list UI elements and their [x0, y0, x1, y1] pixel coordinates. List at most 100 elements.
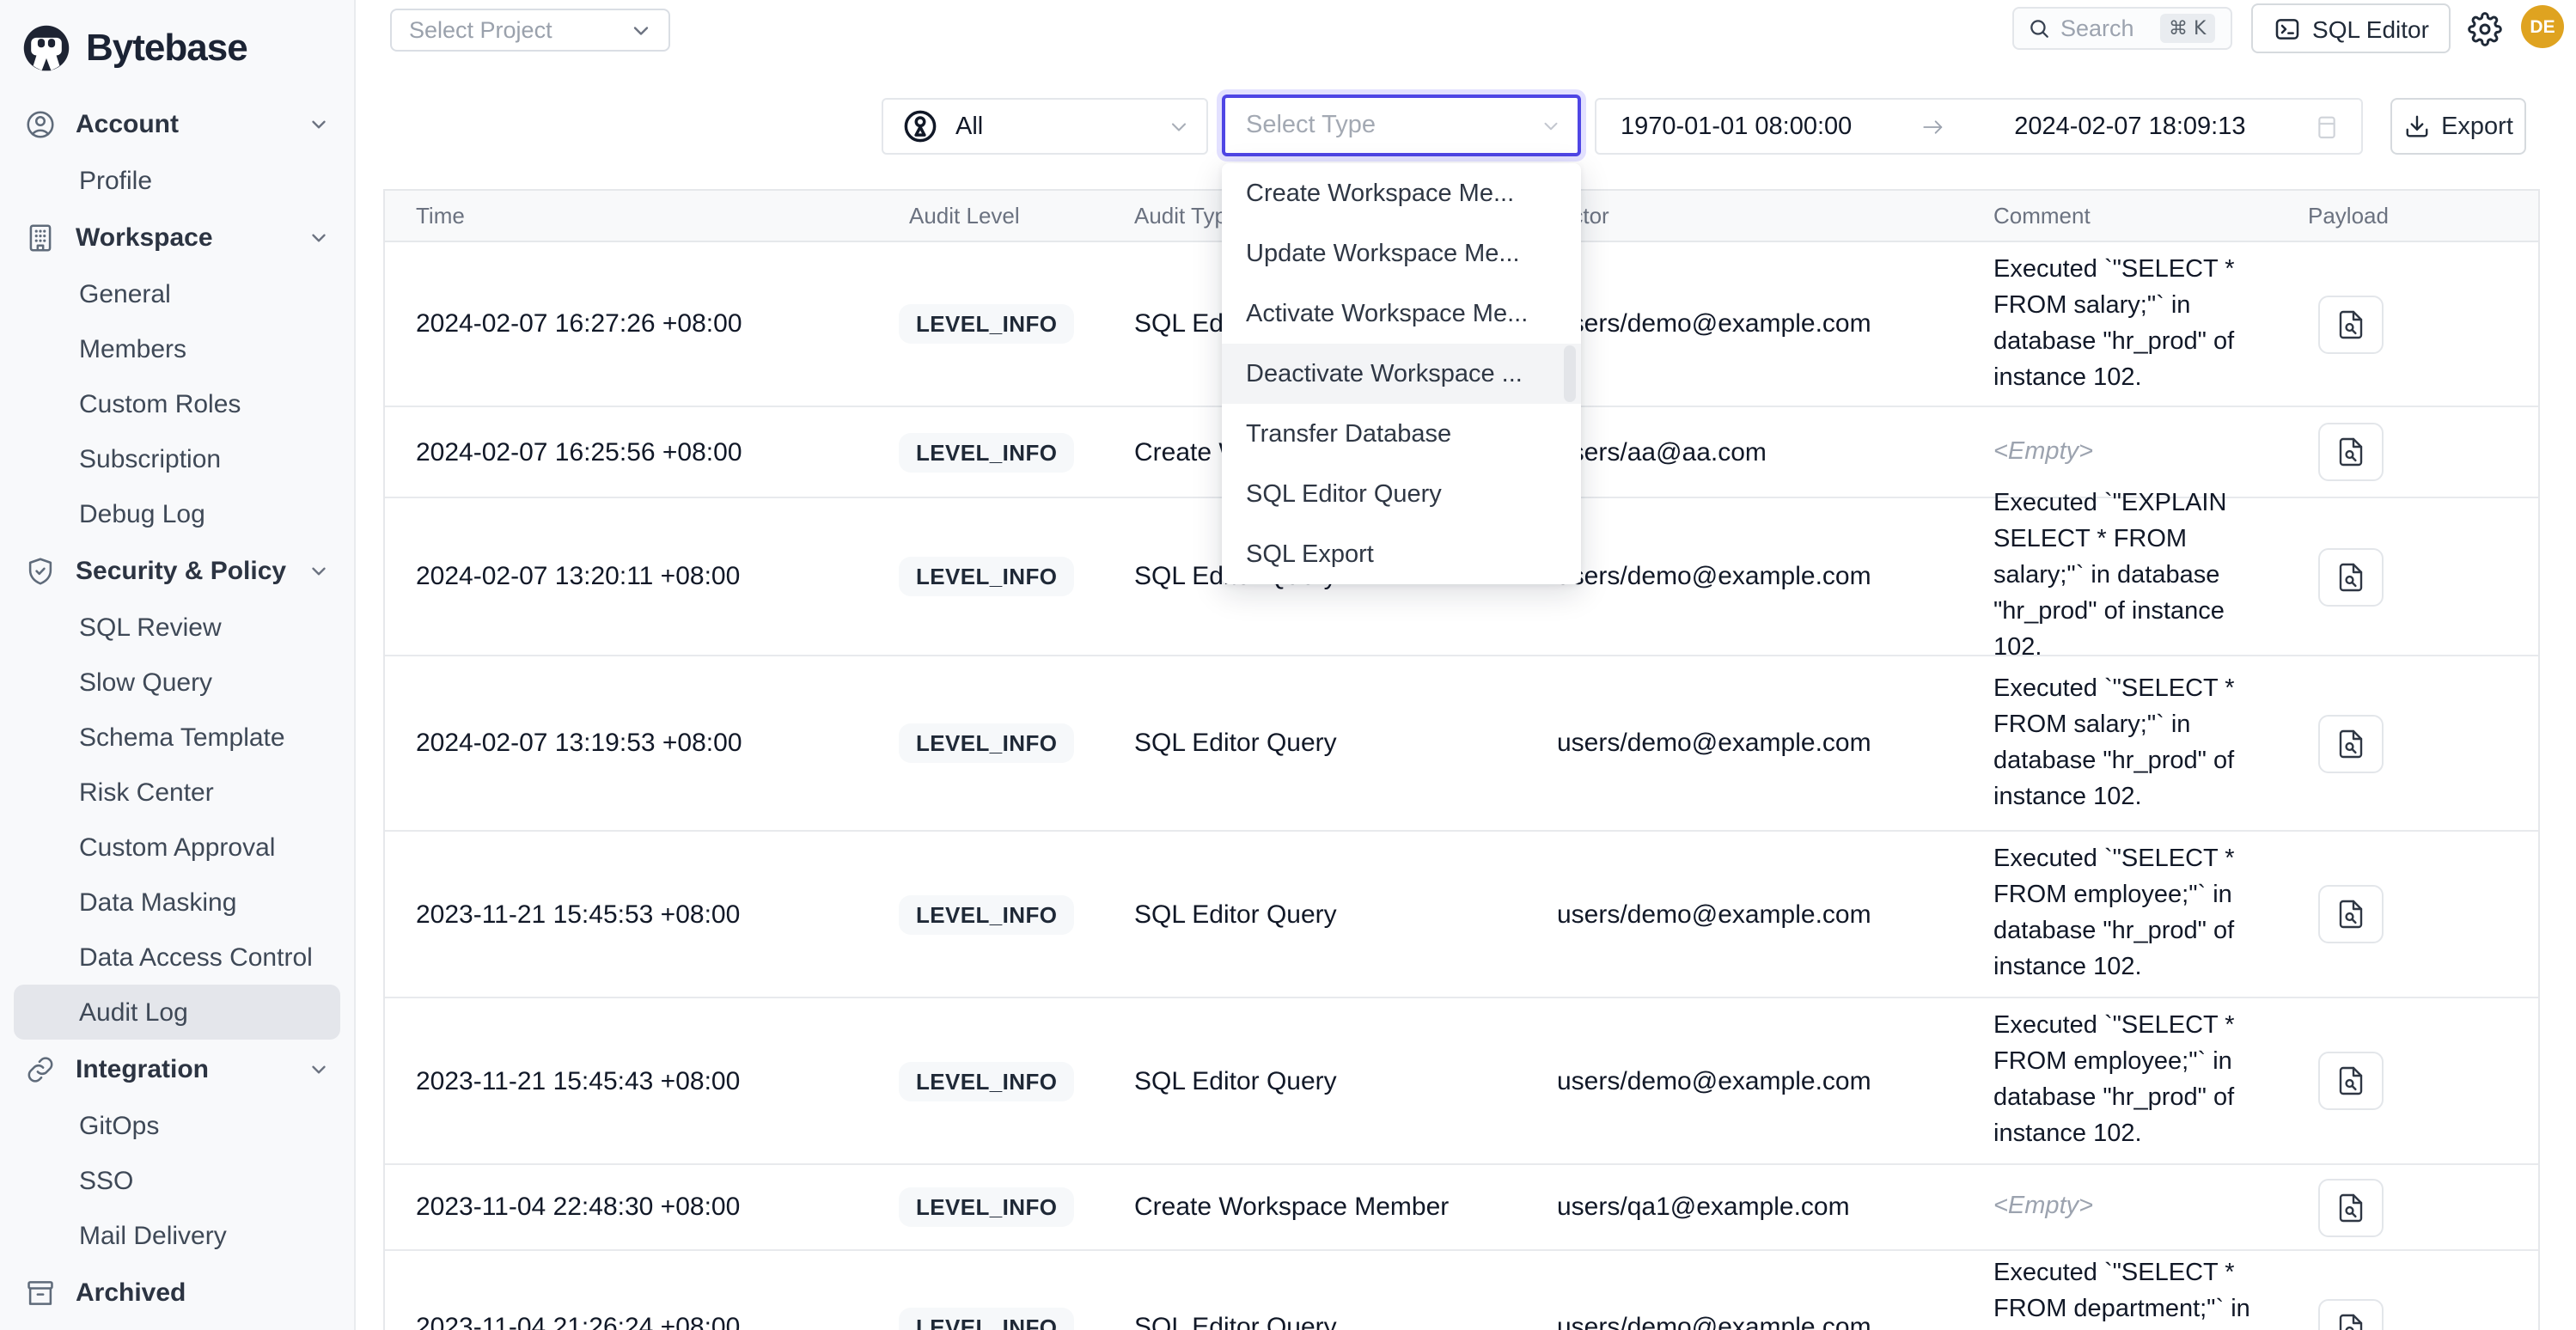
column-header-actor: Actor — [1526, 203, 1963, 229]
sidebar-item-label: Security & Policy — [76, 556, 289, 585]
archive-icon — [24, 1276, 57, 1309]
user-avatar-icon — [902, 108, 938, 144]
search-icon — [2028, 17, 2050, 40]
level-badge: LEVEL_INFO — [899, 432, 1074, 472]
dropdown-item-activate-workspace-member[interactable]: Activate Workspace Me... — [1222, 284, 1581, 344]
actor-cell: users/demo@example.com — [1526, 562, 1963, 591]
time-cell: 2023-11-04 22:48:30 +08:00 — [385, 1193, 878, 1222]
sidebar-item-label: Subscription — [79, 444, 221, 473]
global-search[interactable]: ⌘ K — [2012, 7, 2232, 50]
sidebar-item-subscription[interactable]: Subscription — [14, 431, 340, 486]
sidebar-item-risk-center[interactable]: Risk Center — [14, 765, 340, 820]
date-range-start: 1970-01-01 08:00:00 — [1621, 113, 1852, 140]
sidebar-item-label: Risk Center — [79, 778, 214, 807]
actor-cell: users/demo@example.com — [1526, 900, 1963, 929]
payload-view-button[interactable] — [2318, 423, 2384, 481]
sidebar-item-gitops[interactable]: GitOps — [14, 1098, 340, 1153]
level-badge: LEVEL_INFO — [899, 1187, 1074, 1227]
payload-cell — [2277, 714, 2538, 772]
sidebar-item-security-policy[interactable]: Security & Policy — [0, 541, 354, 600]
comment-cell: <Empty> — [1963, 1189, 2277, 1225]
type-filter-select[interactable]: Select Type — [1222, 95, 1581, 156]
payload-view-button[interactable] — [2318, 1298, 2384, 1330]
payload-view-button[interactable] — [2318, 885, 2384, 943]
time-cell: 2023-11-04 21:26:24 +08:00 — [385, 1313, 878, 1330]
search-input[interactable] — [2060, 15, 2150, 41]
project-select-placeholder: Select Project — [409, 17, 552, 43]
sidebar-item-workspace[interactable]: Workspace — [0, 208, 354, 266]
table-row: 2023-11-04 21:26:24 +08:00 LEVEL_INFO SQ… — [385, 1251, 2538, 1330]
column-header-payload: Payload — [2277, 203, 2538, 229]
settings-gear-icon[interactable] — [2468, 10, 2506, 48]
audit-type-cell: SQL Editor Query — [1103, 900, 1526, 929]
export-button[interactable]: Export — [2390, 98, 2526, 155]
dropdown-item-transfer-database[interactable]: Transfer Database — [1222, 404, 1581, 464]
level-badge: LEVEL_INFO — [899, 723, 1074, 763]
sidebar-item-profile[interactable]: Profile — [14, 153, 340, 208]
payload-cell — [2277, 295, 2538, 353]
actor-cell: users/aa@aa.com — [1526, 437, 1963, 467]
sidebar-item-sso[interactable]: SSO — [14, 1153, 340, 1208]
shield-check-icon — [24, 554, 57, 587]
sidebar-item-members[interactable]: Members — [14, 321, 340, 376]
payload-cell — [2277, 885, 2538, 943]
sql-editor-button[interactable]: SQL Editor — [2251, 3, 2451, 53]
sidebar-item-audit-log[interactable]: Audit Log — [14, 985, 340, 1040]
sidebar-item-label: SSO — [79, 1166, 133, 1195]
project-select[interactable]: Select Project — [390, 9, 670, 52]
sidebar-nav: Account Profile Workspace General Member… — [0, 95, 354, 1321]
sidebar-item-custom-roles[interactable]: Custom Roles — [14, 376, 340, 431]
sql-editor-label: SQL Editor — [2312, 15, 2429, 42]
dropdown-scrollbar-thumb[interactable] — [1564, 345, 1576, 402]
payload-view-button[interactable] — [2318, 714, 2384, 772]
column-header-audit-level: Audit Level — [878, 203, 1103, 229]
sidebar-item-label: General — [79, 279, 171, 308]
actor-cell: users/demo@example.com — [1526, 309, 1963, 339]
sidebar-item-custom-approval[interactable]: Custom Approval — [14, 820, 340, 875]
dropdown-item-create-workspace-member[interactable]: Create Workspace Me... — [1222, 163, 1581, 223]
brand-logo[interactable]: Bytebase — [0, 0, 354, 95]
payload-view-button[interactable] — [2318, 1178, 2384, 1236]
sidebar-item-label: SQL Review — [79, 613, 222, 642]
sidebar-item-data-access-control[interactable]: Data Access Control — [14, 930, 340, 985]
comment-cell: <Empty> — [1963, 434, 2277, 470]
date-range-end: 2024-02-07 18:09:13 — [2014, 113, 2245, 140]
payload-view-button[interactable] — [2318, 547, 2384, 606]
user-avatar[interactable]: DE — [2521, 5, 2564, 48]
actor-filter-select[interactable]: All — [882, 98, 1208, 155]
actor-cell: users/demo@example.com — [1526, 1066, 1963, 1095]
sidebar-item-account[interactable]: Account — [0, 95, 354, 153]
date-range-picker[interactable]: 1970-01-01 08:00:00 2024-02-07 18:09:13 — [1595, 98, 2363, 155]
terminal-icon — [2273, 15, 2300, 42]
dropdown-item-update-workspace-member[interactable]: Update Workspace Me... — [1222, 223, 1581, 284]
sidebar-item-general[interactable]: General — [14, 266, 340, 321]
sidebar-item-archived[interactable]: Archived — [0, 1263, 354, 1321]
comment-cell: Executed `"SELECT * FROM salary;"` in da… — [1963, 252, 2277, 396]
audit-level-cell: LEVEL_INFO — [878, 1308, 1103, 1330]
comment-cell: Executed `"SELECT * FROM employee;"` in … — [1963, 1009, 2277, 1153]
sidebar-item-integration[interactable]: Integration — [0, 1040, 354, 1098]
sidebar-item-data-masking[interactable]: Data Masking — [14, 875, 340, 930]
sidebar-item-label: Members — [79, 334, 186, 363]
dropdown-item-sql-export[interactable]: SQL Export — [1222, 524, 1581, 584]
brand-name: Bytebase — [86, 25, 247, 70]
level-badge: LEVEL_INFO — [899, 1061, 1074, 1101]
dropdown-item-deactivate-workspace-member[interactable]: Deactivate Workspace ... — [1222, 344, 1581, 404]
payload-view-button[interactable] — [2318, 1052, 2384, 1110]
sidebar-item-debug-log[interactable]: Debug Log — [14, 486, 340, 541]
sidebar-item-label: Mail Delivery — [79, 1221, 227, 1250]
sidebar-item-label: Data Access Control — [79, 943, 313, 972]
bytebase-logo-icon — [21, 21, 72, 73]
audit-type-cell: SQL Editor Query — [1103, 1313, 1526, 1330]
payload-view-button[interactable] — [2318, 295, 2384, 353]
dropdown-item-sql-editor-query[interactable]: SQL Editor Query — [1222, 464, 1581, 524]
sidebar-item-schema-template[interactable]: Schema Template — [14, 710, 340, 765]
time-cell: 2023-11-21 15:45:43 +08:00 — [385, 1066, 878, 1095]
sidebar-item-sql-review[interactable]: SQL Review — [14, 600, 340, 655]
export-label: Export — [2441, 113, 2513, 140]
chevron-down-icon — [308, 226, 330, 248]
download-icon — [2403, 113, 2429, 139]
sidebar-item-mail-delivery[interactable]: Mail Delivery — [14, 1208, 340, 1263]
sidebar-item-slow-query[interactable]: Slow Query — [14, 655, 340, 710]
time-cell: 2024-02-07 16:27:26 +08:00 — [385, 309, 878, 339]
